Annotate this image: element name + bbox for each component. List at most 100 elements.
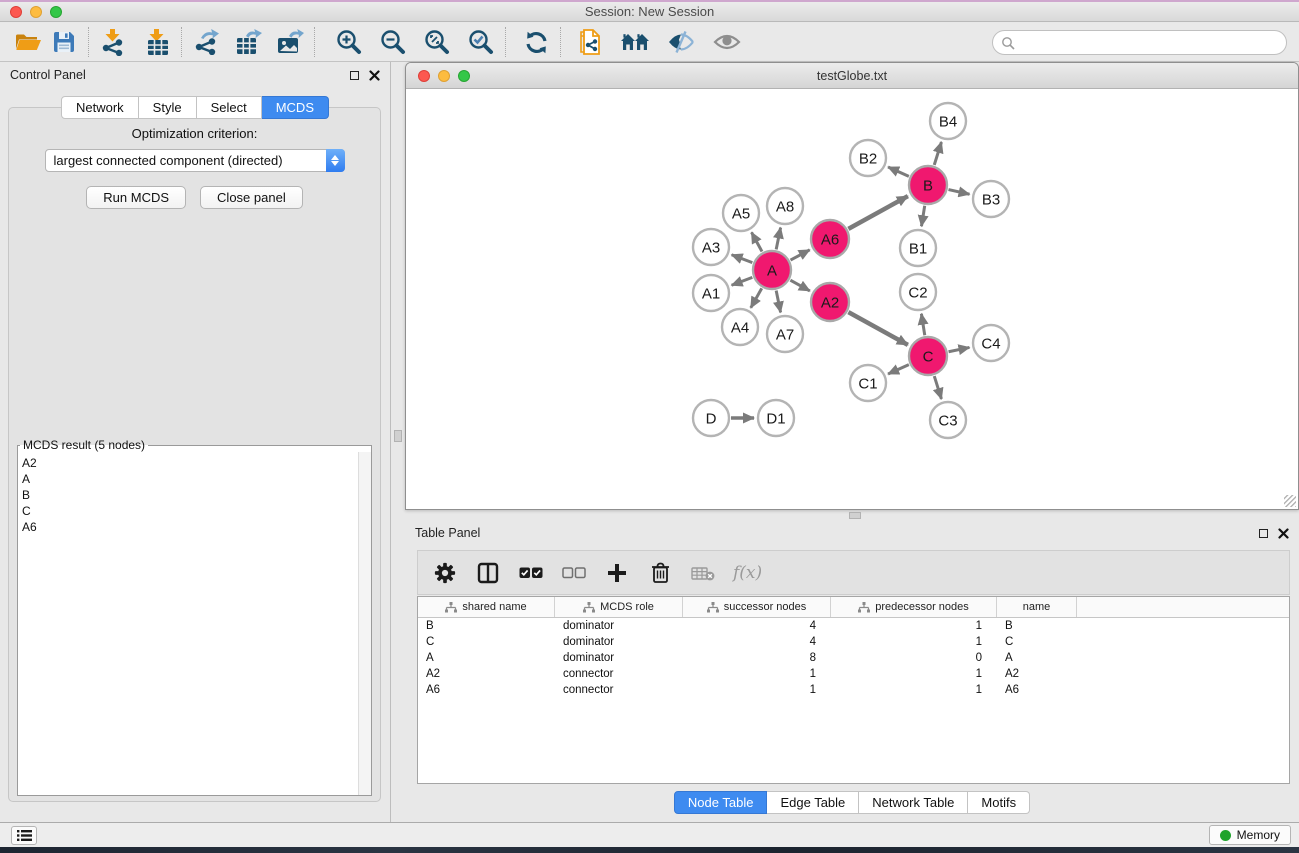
search-field[interactable] [992, 30, 1287, 55]
graph-node-label: B2 [859, 151, 877, 168]
network-canvas[interactable]: B4B2BB3A5A8A6A3B1AC2A1A2A4A7C4CC1C3DD1 [406, 89, 1298, 509]
criterion-select[interactable]: largest connected component (directed) [45, 149, 345, 172]
graph-edge-A-A7[interactable] [776, 291, 780, 313]
column-header-mcds-role[interactable]: MCDS role [555, 597, 683, 617]
select-all-button[interactable] [518, 560, 544, 586]
graph-edge-A-A4[interactable] [751, 288, 762, 308]
deselect-all-button[interactable] [561, 560, 587, 586]
zoom-selected-button[interactable] [463, 27, 499, 57]
result-item[interactable]: A [22, 471, 371, 487]
toolbar-separator [505, 27, 506, 57]
table-row[interactable]: Cdominator41C [418, 634, 1289, 650]
graph-edge-B-B2[interactable] [888, 167, 909, 176]
memory-button[interactable]: Memory [1209, 825, 1291, 845]
close-panel-icon[interactable] [369, 70, 380, 81]
column-header-shared-name[interactable]: shared name [418, 597, 555, 617]
toolbar-separator [181, 27, 182, 57]
table-panel-tabs: Node TableEdge TableNetwork TableMotifs [405, 791, 1299, 814]
graph-edge-C-C2[interactable] [921, 314, 924, 336]
column-header-successor-nodes[interactable]: successor nodes [683, 597, 831, 617]
tab-edge-table[interactable]: Edge Table [767, 791, 859, 814]
graph-edge-C-C4[interactable] [949, 347, 970, 351]
open-session-button[interactable] [10, 27, 46, 57]
tab-network[interactable]: Network [61, 96, 139, 119]
delete-column-button[interactable] [647, 560, 673, 586]
function-builder-button[interactable]: f(x) [733, 560, 762, 586]
table-cell: dominator [555, 618, 683, 634]
horizontal-splitter[interactable] [405, 510, 1299, 520]
control-panel-tabs: NetworkStyleSelectMCDS [0, 96, 390, 119]
splitter-grip[interactable] [849, 512, 861, 519]
vertical-splitter[interactable] [392, 62, 405, 822]
tab-motifs[interactable]: Motifs [968, 791, 1030, 814]
table-row[interactable]: Bdominator41B [418, 618, 1289, 634]
show-hidden-button[interactable] [709, 27, 745, 57]
table-row[interactable]: A2connector11A2 [418, 666, 1289, 682]
eye-slash-icon [667, 30, 695, 54]
graph-edge-B-B3[interactable] [948, 190, 969, 195]
table-cell: 0 [831, 650, 997, 666]
new-network-from-selection-button[interactable] [573, 27, 609, 57]
splitter-grip[interactable] [394, 430, 402, 442]
graph-edge-A-A8[interactable] [776, 228, 780, 250]
table-cell: B [418, 618, 555, 634]
tab-style[interactable]: Style [139, 96, 197, 119]
export-table-button[interactable] [230, 27, 266, 57]
mcds-result-list[interactable]: A2ABCA6 [18, 452, 371, 795]
tab-node-table[interactable]: Node Table [674, 791, 768, 814]
tab-mcds[interactable]: MCDS [262, 96, 329, 119]
save-session-button[interactable] [46, 27, 82, 57]
float-panel-icon[interactable] [350, 71, 359, 80]
result-item[interactable]: B [22, 487, 371, 503]
network-window-titlebar[interactable]: testGlobe.txt [406, 63, 1298, 89]
home-networks-button[interactable] [617, 27, 653, 57]
search-input[interactable] [1015, 33, 1286, 53]
graph-edge-A2-C[interactable] [848, 312, 907, 345]
graph-edge-A-A2[interactable] [790, 280, 809, 291]
graph-edge-B-B1[interactable] [921, 206, 924, 227]
table-cell: 1 [683, 682, 831, 698]
column-header-name[interactable]: name [997, 597, 1077, 617]
result-list-scrollbar[interactable] [358, 452, 371, 795]
graph-edge-A6-B[interactable] [848, 196, 907, 229]
graph-edge-C-C1[interactable] [888, 365, 909, 374]
import-table-button[interactable] [139, 27, 175, 57]
close-panel-icon[interactable] [1278, 528, 1289, 539]
delete-table-icon [691, 565, 715, 581]
zoom-fit-button[interactable] [419, 27, 455, 57]
table-cell: C [418, 634, 555, 650]
graph-edge-A-A6[interactable] [791, 250, 810, 260]
window-resize-grip[interactable] [1284, 495, 1296, 507]
result-item[interactable]: A2 [22, 455, 371, 471]
table-cell: 8 [683, 650, 831, 666]
table-cell: A6 [997, 682, 1077, 698]
task-history-button[interactable] [11, 826, 37, 845]
close-panel-button[interactable]: Close panel [200, 186, 303, 209]
table-row[interactable]: Adominator80A [418, 650, 1289, 666]
graph-edge-A-A5[interactable] [752, 232, 762, 251]
tab-select[interactable]: Select [197, 96, 262, 119]
export-network-button[interactable] [188, 27, 224, 57]
export-image-button[interactable] [272, 27, 308, 57]
apply-layout-button[interactable] [518, 27, 554, 57]
float-panel-icon[interactable] [1259, 529, 1268, 538]
zoom-out-button[interactable] [375, 27, 411, 57]
optimization-criterion-label: Optimization criterion: [9, 126, 380, 141]
import-network-button[interactable] [95, 27, 131, 57]
run-mcds-button[interactable]: Run MCDS [86, 186, 186, 209]
graph-edge-B-B4[interactable] [934, 142, 941, 165]
zoom-in-button[interactable] [331, 27, 367, 57]
table-row[interactable]: A6connector11A6 [418, 682, 1289, 698]
result-item[interactable]: A6 [22, 519, 371, 535]
delete-table-button[interactable] [690, 560, 716, 586]
result-item[interactable]: C [22, 503, 371, 519]
tab-network-table[interactable]: Network Table [859, 791, 968, 814]
hide-selected-button[interactable] [663, 27, 699, 57]
table-settings-button[interactable] [432, 560, 458, 586]
column-header-predecessor-nodes[interactable]: predecessor nodes [831, 597, 997, 617]
show-columns-button[interactable] [475, 560, 501, 586]
graph-edge-A-A1[interactable] [732, 277, 753, 285]
graph-edge-C-C3[interactable] [934, 376, 941, 399]
graph-edge-A-A3[interactable] [732, 255, 753, 263]
create-column-button[interactable] [604, 560, 630, 586]
